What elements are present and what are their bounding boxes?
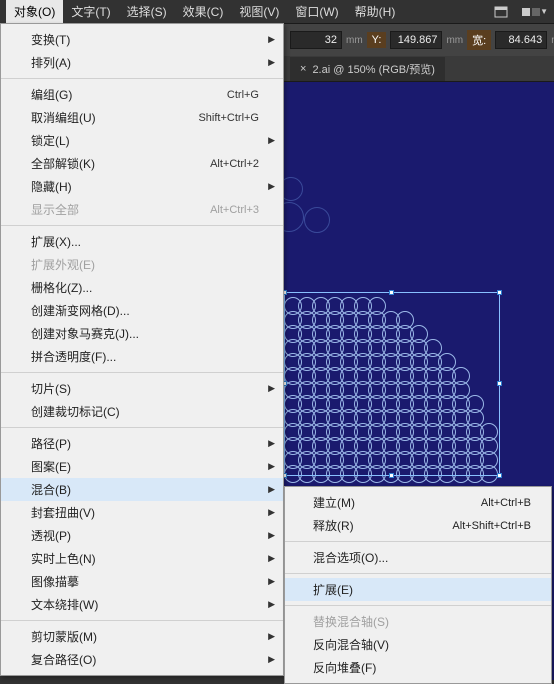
menu-item-g5-6[interactable]: 图像描摹▶ bbox=[1, 570, 283, 593]
menu-item-g3-0[interactable]: 扩展(X)... bbox=[1, 230, 283, 253]
menu-window[interactable]: 窗口(W) bbox=[287, 0, 346, 23]
x-input[interactable]: 32 bbox=[290, 31, 342, 49]
menu-item-g5-0[interactable]: 路径(P)▶ bbox=[1, 432, 283, 455]
menu-text[interactable]: 文字(T) bbox=[63, 0, 118, 23]
menu-item-g5-4[interactable]: 透视(P)▶ bbox=[1, 524, 283, 547]
menu-help[interactable]: 帮助(H) bbox=[347, 0, 404, 23]
selection-box bbox=[284, 292, 500, 476]
menu-item-g3-2[interactable]: 栅格化(Z)... bbox=[1, 276, 283, 299]
sub-item-g4-2[interactable]: 反向堆叠(F) bbox=[285, 656, 551, 679]
menu-item-g5-1[interactable]: 图案(E)▶ bbox=[1, 455, 283, 478]
y-unit: mm bbox=[446, 35, 463, 46]
handle-tm[interactable] bbox=[389, 290, 394, 295]
menu-item-g5-5[interactable]: 实时上色(N)▶ bbox=[1, 547, 283, 570]
menu-item-g2-2[interactable]: 锁定(L)▶ bbox=[1, 129, 283, 152]
menu-item-g6-1[interactable]: 复合路径(O)▶ bbox=[1, 648, 283, 671]
handle-bl[interactable] bbox=[284, 473, 287, 478]
menu-effect[interactable]: 效果(C) bbox=[175, 0, 232, 23]
w-input[interactable]: 84.643 bbox=[495, 31, 547, 49]
w-label: 宽: bbox=[467, 30, 491, 50]
workspace-icon[interactable] bbox=[494, 6, 508, 18]
handle-bm[interactable] bbox=[389, 473, 394, 478]
sub-item-g1-0[interactable]: 建立(M)Alt+Ctrl+B bbox=[285, 491, 551, 514]
handle-mr[interactable] bbox=[497, 381, 502, 386]
handle-br[interactable] bbox=[497, 473, 502, 478]
object-menu: 变换(T)▶排列(A)▶ 编组(G)Ctrl+G取消编组(U)Shift+Ctr… bbox=[0, 23, 284, 676]
x-unit: mm bbox=[346, 35, 363, 46]
menu-item-g3-3[interactable]: 创建渐变网格(D)... bbox=[1, 299, 283, 322]
handle-tr[interactable] bbox=[497, 290, 502, 295]
sub-item-g4-1[interactable]: 反向混合轴(V) bbox=[285, 633, 551, 656]
handle-ml[interactable] bbox=[284, 381, 287, 386]
arrange-icon[interactable]: ▼ bbox=[522, 6, 548, 18]
sub-item-g1-1[interactable]: 释放(R)Alt+Shift+Ctrl+B bbox=[285, 514, 551, 537]
sub-item-g4-0: 替换混合轴(S) bbox=[285, 610, 551, 633]
menu-item-g3-4[interactable]: 创建对象马赛克(J)... bbox=[1, 322, 283, 345]
menu-item-g6-0[interactable]: 剪切蒙版(M)▶ bbox=[1, 625, 283, 648]
menu-item-g5-7[interactable]: 文本绕排(W)▶ bbox=[1, 593, 283, 616]
document-tab[interactable]: × 2.ai @ 150% (RGB/预览) bbox=[290, 57, 445, 81]
menu-item-g2-4[interactable]: 隐藏(H)▶ bbox=[1, 175, 283, 198]
close-icon[interactable]: × bbox=[300, 63, 306, 75]
menu-item-g3-1: 扩展外观(E) bbox=[1, 253, 283, 276]
menu-item-g5-3[interactable]: 封套扭曲(V)▶ bbox=[1, 501, 283, 524]
menu-item-g1-1[interactable]: 排列(A)▶ bbox=[1, 51, 283, 74]
blend-submenu: 建立(M)Alt+Ctrl+B释放(R)Alt+Shift+Ctrl+B 混合选… bbox=[284, 486, 552, 684]
menu-select[interactable]: 选择(S) bbox=[119, 0, 175, 23]
y-input[interactable]: 149.867 bbox=[390, 31, 442, 49]
sub-item-g2-0[interactable]: 混合选项(O)... bbox=[285, 546, 551, 569]
menu-item-g5-2[interactable]: 混合(B)▶ bbox=[1, 478, 283, 501]
menu-item-g4-1[interactable]: 创建裁切标记(C) bbox=[1, 400, 283, 423]
menu-item-g2-3[interactable]: 全部解锁(K)Alt+Ctrl+2 bbox=[1, 152, 283, 175]
menu-item-g2-5: 显示全部Alt+Ctrl+3 bbox=[1, 198, 283, 221]
menubar: 对象(O) 文字(T) 选择(S) 效果(C) 视图(V) 窗口(W) 帮助(H… bbox=[0, 0, 554, 24]
menu-item-g2-1[interactable]: 取消编组(U)Shift+Ctrl+G bbox=[1, 106, 283, 129]
tab-title: 2.ai @ 150% (RGB/预览) bbox=[312, 61, 434, 77]
menu-item-g3-5[interactable]: 拼合透明度(F)... bbox=[1, 345, 283, 368]
menu-item-g1-0[interactable]: 变换(T)▶ bbox=[1, 28, 283, 51]
sub-item-g3-0[interactable]: 扩展(E) bbox=[285, 578, 551, 601]
handle-tl[interactable] bbox=[284, 290, 287, 295]
y-label: Y: bbox=[367, 32, 387, 48]
menu-view[interactable]: 视图(V) bbox=[231, 0, 287, 23]
menu-object[interactable]: 对象(O) bbox=[6, 0, 63, 23]
menu-item-g4-0[interactable]: 切片(S)▶ bbox=[1, 377, 283, 400]
menu-item-g2-0[interactable]: 编组(G)Ctrl+G bbox=[1, 83, 283, 106]
